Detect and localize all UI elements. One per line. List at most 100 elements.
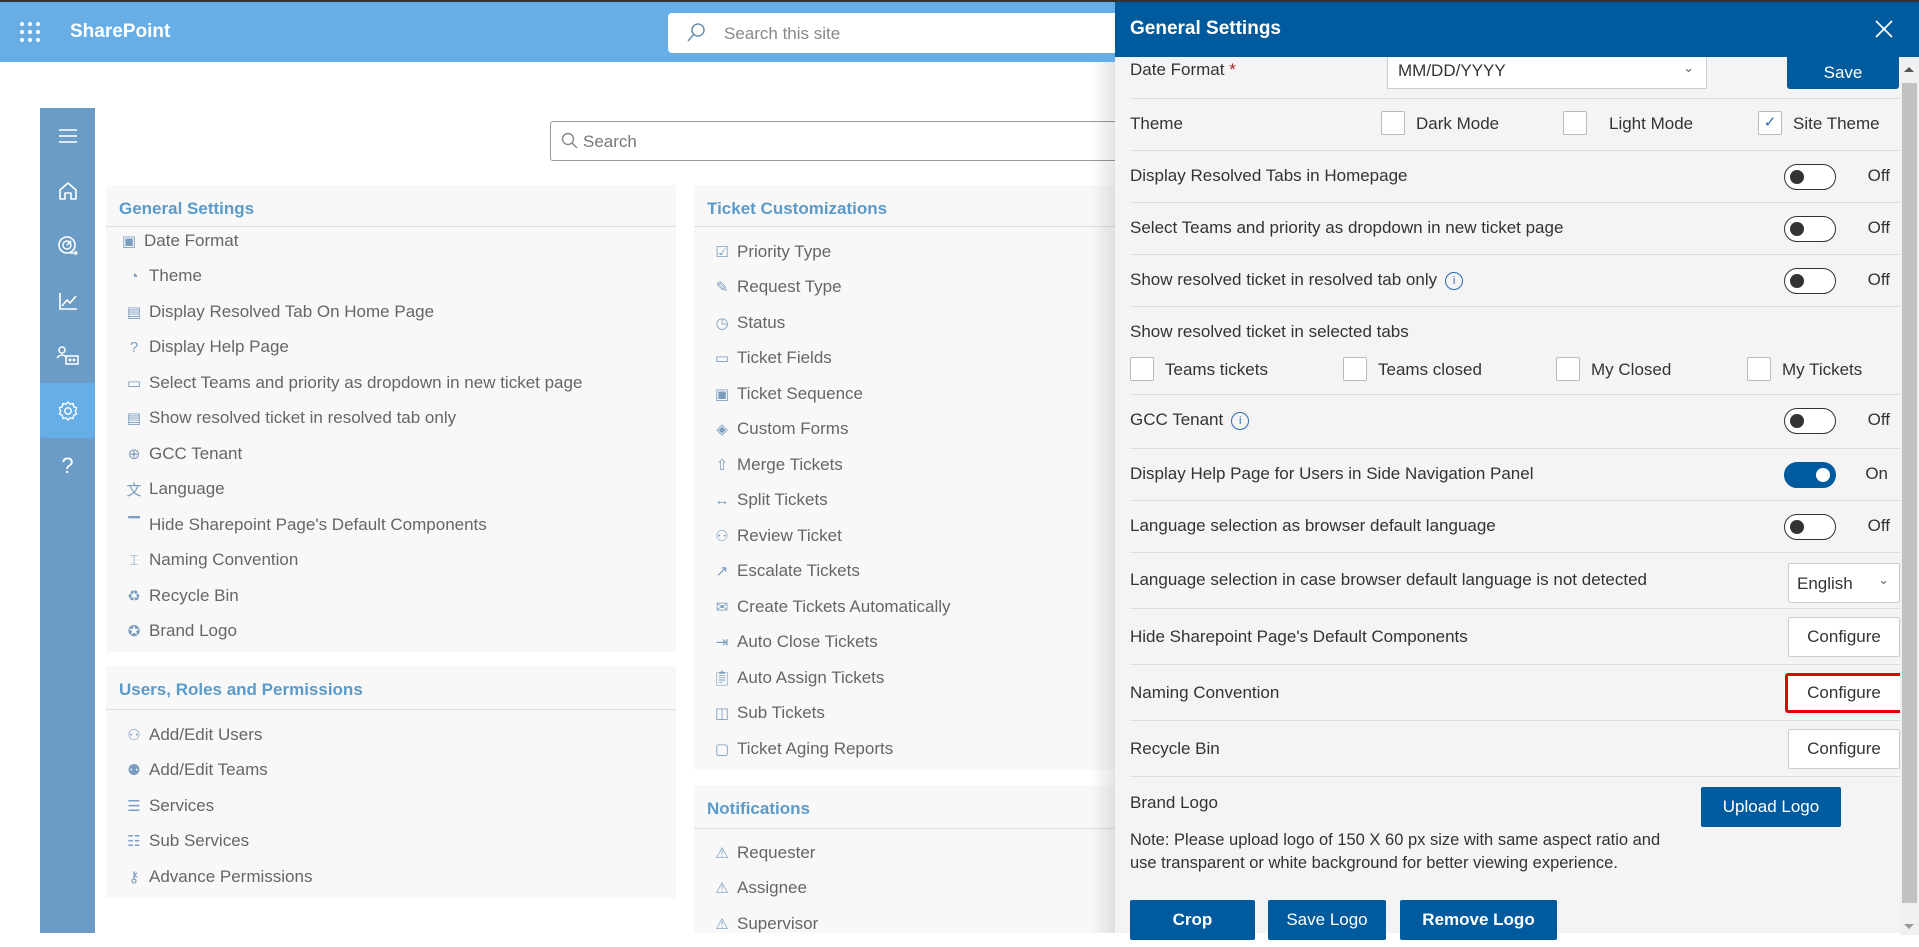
settings-search-input[interactable]: Search — [550, 121, 1130, 161]
list-item-assignee[interactable]: ⚠ Assignee — [712, 871, 818, 907]
list-item-status[interactable]: ◷ Status — [712, 305, 951, 341]
nav-dashboard[interactable] — [40, 218, 95, 273]
panel-scrollbar[interactable] — [1900, 57, 1919, 935]
my-tickets-checkbox[interactable] — [1747, 357, 1771, 381]
alert-comment-icon: ⚠ — [715, 844, 729, 862]
configure-naming-convention-button[interactable]: Configure — [1785, 673, 1903, 713]
general-settings-panel: General Settings Date Format * MM/DD/YYY… — [1115, 0, 1919, 940]
site-search-box[interactable]: Search this site — [668, 13, 1128, 53]
rename-icon: ⌶ — [129, 551, 139, 569]
nav-reports[interactable] — [40, 273, 95, 328]
list-item-sub-tickets[interactable]: ◫ Sub Tickets — [712, 696, 951, 732]
list-item-sub-services[interactable]: ☷ Sub Services — [124, 824, 312, 860]
list-item-ticket-aging-reports[interactable]: ▢ Ticket Aging Reports — [712, 731, 951, 767]
list-item-requester[interactable]: ⚠ Requester — [712, 835, 818, 871]
teams-tickets-checkbox[interactable] — [1130, 357, 1154, 381]
toggle-state: Off — [1867, 270, 1890, 289]
list-item-advance-permissions[interactable]: ⚷ Advance Permissions — [124, 859, 313, 895]
list-item-request-type[interactable]: ✎ Request Type — [712, 270, 951, 306]
palette-icon: ◔ — [129, 267, 139, 285]
nav-users[interactable] — [40, 328, 95, 383]
save-logo-button[interactable]: Save Logo — [1268, 900, 1386, 940]
list-item-split-tickets[interactable]: ↔ Split Tickets — [712, 483, 951, 519]
info-icon[interactable]: i — [1231, 411, 1250, 430]
list-item-merge-tickets[interactable]: ⇧ Merge Tickets — [712, 447, 951, 483]
language-browser-toggle[interactable] — [1784, 514, 1836, 540]
date-format-dropdown[interactable]: MM/DD/YYYY ⌄ — [1387, 57, 1707, 89]
list-item-naming-convention[interactable]: ⌶ Naming Convention — [119, 543, 582, 579]
info-icon[interactable]: i — [1445, 271, 1464, 290]
teams-closed-checkbox[interactable] — [1343, 357, 1367, 381]
close-icon[interactable] — [1873, 18, 1895, 40]
list-item-language[interactable]: 文 Language — [119, 472, 582, 508]
save-button[interactable]: Save — [1787, 57, 1899, 89]
row-language-fallback: Language selection in case browser defau… — [1130, 553, 1900, 609]
list-item-custom-forms[interactable]: ◈ Custom Forms — [712, 412, 951, 448]
gear-icon — [58, 400, 77, 421]
configure-hide-components-button[interactable]: Configure — [1788, 617, 1900, 657]
document-icon: ▤ — [126, 303, 142, 321]
list-item-auto-assign-tickets[interactable]: 📋︎ Auto Assign Tickets — [712, 660, 951, 696]
brand-logo-label: Brand Logo — [1130, 793, 1218, 812]
nav-settings[interactable] — [40, 383, 95, 438]
row-resolved-selected-tabs: Show resolved ticket in selected tabs Te… — [1130, 307, 1900, 395]
remove-logo-button[interactable]: Remove Logo — [1400, 900, 1557, 940]
language-dropdown[interactable]: English ⌄ — [1788, 563, 1900, 603]
row-naming-convention: Naming Convention Configure — [1130, 665, 1903, 721]
clipboard-icon: 📋︎ — [712, 669, 732, 687]
row-hide-default-components: Hide Sharepoint Page's Default Component… — [1130, 609, 1900, 665]
select-teams-dropdown-toggle[interactable] — [1784, 216, 1836, 242]
list-item-escalate-tickets[interactable]: ↗ Escalate Tickets — [712, 554, 951, 590]
list-item-priority-type[interactable]: ☑ Priority Type — [712, 234, 951, 270]
ticket-icon: ▭ — [714, 350, 730, 368]
show-resolved-only-toggle[interactable] — [1784, 268, 1836, 294]
list-item-services[interactable]: ☰ Services — [124, 788, 312, 824]
configure-recycle-bin-button[interactable]: Configure — [1788, 729, 1900, 769]
brand-logo-note: Note: Please upload logo of 150 X 60 px … — [1130, 831, 1661, 872]
gcc-tenant-toggle[interactable] — [1784, 408, 1836, 434]
light-mode-checkbox[interactable] — [1563, 111, 1587, 135]
crop-button[interactable]: Crop — [1130, 900, 1255, 940]
nav-home[interactable] — [40, 163, 95, 218]
app-name[interactable]: SharePoint — [70, 21, 170, 43]
list-item-add-edit-teams[interactable]: ⚉ Add/Edit Teams — [124, 753, 312, 789]
date-format-value: MM/DD/YYYY — [1398, 61, 1506, 80]
site-theme-checkbox[interactable]: ✓ — [1758, 111, 1782, 135]
list-item-display-resolved-tab[interactable]: ▤ Display Resolved Tab On Home Page — [119, 294, 582, 330]
display-resolved-tabs-toggle[interactable] — [1784, 164, 1836, 190]
list-item-auto-close-tickets[interactable]: ⇥ Auto Close Tickets — [712, 625, 951, 661]
list-item-show-resolved-ticket[interactable]: ▤ Show resolved ticket in resolved tab on… — [119, 401, 582, 437]
my-closed-checkbox[interactable] — [1556, 357, 1580, 381]
list-item-hide-default-components[interactable]: ▔ Hide Sharepoint Page's Default Componen… — [119, 507, 582, 543]
row-select-teams-dropdown: Select Teams and priority as dropdown in… — [1130, 203, 1900, 255]
upload-logo-button[interactable]: Upload Logo — [1701, 787, 1841, 827]
scrollbar-thumb[interactable] — [1902, 83, 1917, 903]
list-item-gcc-tenant[interactable]: ⊕ GCC Tenant — [119, 436, 582, 472]
list-item-create-tickets-automatically[interactable]: ✉ Create Tickets Automatically — [712, 589, 951, 625]
side-navigation: ? — [40, 108, 95, 933]
help-page-toggle[interactable] — [1784, 462, 1836, 488]
list-item-display-help-page[interactable]: ? Display Help Page — [119, 330, 582, 366]
list-item-review-ticket[interactable]: ⚇ Review Ticket — [712, 518, 951, 554]
list-item-theme[interactable]: ◔ Theme — [119, 259, 582, 295]
app-launcher-icon[interactable] — [20, 22, 40, 42]
nav-menu-button[interactable] — [40, 108, 95, 163]
row-help-page: Display Help Page for Users in Side Navi… — [1130, 449, 1900, 501]
list-item-ticket-sequence[interactable]: ▣ Ticket Sequence — [712, 376, 951, 412]
theme-label: Theme — [1130, 114, 1183, 133]
list-item-supervisor[interactable]: ⚠ Supervisor — [712, 906, 818, 942]
list-item-brand-logo[interactable]: ✪ Brand Logo — [119, 614, 582, 650]
list-item-ticket-fields[interactable]: ▭ Ticket Fields — [712, 341, 951, 377]
list-item-select-teams-dropdown[interactable]: ▭ Select Teams and priority as dropdown i… — [119, 365, 583, 401]
scroll-down-arrow-icon[interactable] — [1904, 924, 1914, 929]
dark-mode-checkbox[interactable] — [1381, 111, 1405, 135]
columns-icon: ◫ — [714, 705, 730, 723]
nav-help[interactable]: ? — [40, 438, 95, 493]
scroll-up-arrow-icon[interactable] — [1904, 67, 1914, 72]
chevron-down-icon: ⌄ — [1878, 572, 1889, 587]
list-item-date-format[interactable]: ▣ Date Format — [119, 223, 582, 259]
list-item-recycle-bin[interactable]: ♻ Recycle Bin — [119, 578, 582, 614]
divider — [694, 828, 1144, 829]
list-item-add-edit-users[interactable]: ⚇ Add/Edit Users — [124, 717, 312, 753]
card-title: Users, Roles and Permissions — [119, 680, 363, 699]
